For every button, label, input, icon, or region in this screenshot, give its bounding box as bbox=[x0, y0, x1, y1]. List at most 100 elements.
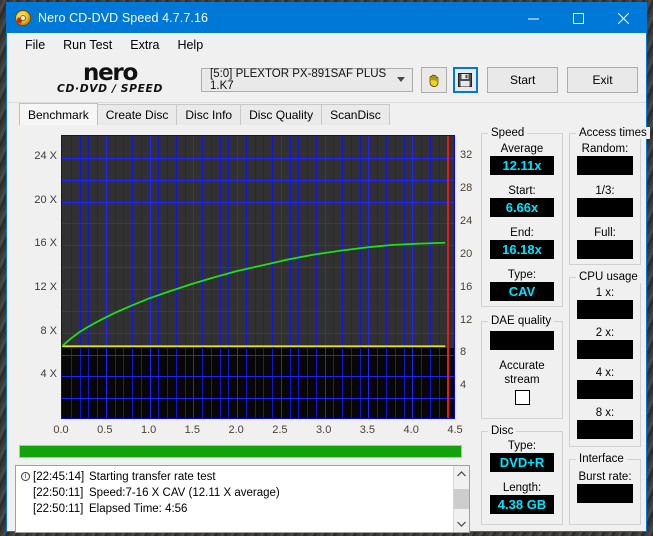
hand-icon-button[interactable] bbox=[421, 67, 447, 93]
tab-disc-info[interactable]: Disc Info bbox=[176, 104, 241, 125]
disc-type-value: DVD+R bbox=[490, 453, 554, 472]
benchmark-chart: 4 X8 X12 X16 X20 X24 X 48121620242832 0.… bbox=[13, 127, 476, 445]
log-scrollbar[interactable] bbox=[453, 466, 469, 532]
chart-end-marker-line bbox=[447, 136, 449, 418]
x-axis-tick: 1.5 bbox=[185, 424, 200, 436]
y-axis-tick-right: 20 bbox=[460, 248, 472, 260]
chevron-down-icon bbox=[397, 77, 405, 82]
y-axis-tick-right: 4 bbox=[460, 379, 466, 391]
menu-item-help[interactable]: Help bbox=[168, 36, 212, 54]
exit-button[interactable]: Exit bbox=[567, 67, 638, 93]
speed-end-value: 16.18x bbox=[490, 240, 554, 259]
log-time: [22:50:11] bbox=[33, 485, 89, 501]
disc-panel: Disc Type: DVD+R Length: 4.38 GB bbox=[481, 431, 563, 525]
dae-accurate-label-2: stream bbox=[490, 373, 554, 387]
y-axis-tick-left: 16 X bbox=[34, 237, 57, 249]
burst-rate-label: Burst rate: bbox=[577, 470, 633, 484]
tab-create-disc[interactable]: Create Disc bbox=[97, 104, 178, 125]
access-panel-title: Access times bbox=[576, 127, 650, 139]
access-random-value bbox=[577, 156, 633, 175]
x-axis-tick: 2.0 bbox=[228, 424, 243, 436]
close-button[interactable] bbox=[601, 3, 646, 33]
list-item: [22:50:11] Elapsed Time: 4:56 bbox=[20, 501, 453, 517]
burst-rate-value bbox=[577, 484, 633, 503]
y-axis-tick-right: 16 bbox=[460, 281, 472, 293]
disc-type-label: Type: bbox=[490, 439, 554, 453]
log-icon-slot bbox=[20, 485, 33, 501]
speed-start-value: 6.66x bbox=[490, 198, 554, 217]
title-bar: Nero CD-DVD Speed 4.7.7.16 bbox=[7, 3, 646, 33]
cpu-panel-title: CPU usage bbox=[576, 271, 641, 283]
log-icon-slot bbox=[20, 501, 33, 517]
accurate-stream-checkbox[interactable] bbox=[515, 390, 530, 405]
x-axis-tick: 4.0 bbox=[404, 424, 419, 436]
x-axis-tick: 3.5 bbox=[360, 424, 375, 436]
nero-disc-icon bbox=[15, 10, 31, 26]
save-icon bbox=[458, 73, 472, 87]
speed-panel-title: Speed bbox=[488, 127, 527, 139]
application-window: Nero CD-DVD Speed 4.7.7.16 File Run Test… bbox=[6, 2, 647, 532]
speed-end-label: End: bbox=[490, 226, 554, 240]
tab-scandisc[interactable]: ScanDisc bbox=[321, 104, 390, 125]
progress-bar-fill bbox=[20, 446, 461, 457]
access-times-panel: Access times Random: 1/3: Full: bbox=[569, 133, 641, 265]
chart-series-layer bbox=[62, 136, 454, 419]
minimize-button[interactable] bbox=[511, 3, 556, 33]
log-time: [22:50:11] bbox=[33, 501, 89, 517]
log-list[interactable]: i [22:45:14] Starting transfer rate test… bbox=[15, 465, 470, 533]
dae-panel-title: DAE quality bbox=[488, 315, 554, 327]
cpu-1x-label: 1 x: bbox=[577, 286, 633, 300]
save-button[interactable] bbox=[453, 67, 479, 93]
x-axis-tick: 1.0 bbox=[141, 424, 156, 436]
series-transfer-rate bbox=[62, 243, 445, 346]
y-axis-tick-left: 4 X bbox=[40, 368, 57, 380]
y-axis-tick-right: 28 bbox=[460, 182, 472, 194]
y-axis-tick-left: 8 X bbox=[40, 325, 57, 337]
y-axis-tick-left: 12 X bbox=[34, 281, 57, 293]
drive-select[interactable]: [5:0] PLEXTOR PX-891SAF PLUS 1.K7 bbox=[201, 68, 413, 92]
drive-select-value: [5:0] PLEXTOR PX-891SAF PLUS 1.K7 bbox=[210, 68, 412, 92]
tab-benchmark[interactable]: Benchmark bbox=[19, 103, 98, 125]
interface-panel: Interface Burst rate: bbox=[569, 459, 641, 525]
menu-item-file[interactable]: File bbox=[16, 36, 54, 54]
log-message: Speed:7-16 X CAV (12.11 X average) bbox=[89, 485, 453, 501]
cpu-2x-value bbox=[577, 340, 633, 359]
progress-bar bbox=[19, 445, 462, 458]
info-icon: i bbox=[20, 469, 33, 485]
speed-average-label: Average bbox=[490, 142, 554, 156]
speed-type-value: CAV bbox=[490, 282, 554, 301]
x-axis-tick: 3.0 bbox=[316, 424, 331, 436]
access-third-value bbox=[577, 198, 633, 217]
cpu-4x-value bbox=[577, 380, 633, 399]
disc-length-label: Length: bbox=[490, 481, 554, 495]
menu-bar: File Run Test Extra Help bbox=[7, 33, 646, 57]
scrollbar-thumb[interactable] bbox=[454, 489, 469, 509]
cpu-8x-label: 8 x: bbox=[577, 406, 633, 420]
maximize-button[interactable] bbox=[556, 3, 601, 33]
log-time: [22:45:14] bbox=[33, 469, 89, 485]
speed-panel: Speed Average 12.11x Start: 6.66x End: 1… bbox=[481, 133, 563, 307]
access-full-value bbox=[577, 240, 633, 259]
dae-accurate-label-1: Accurate bbox=[490, 359, 554, 373]
speed-type-label: Type: bbox=[490, 268, 554, 282]
x-axis-tick: 4.5 bbox=[447, 424, 462, 436]
x-axis-tick: 2.5 bbox=[272, 424, 287, 436]
speed-average-value: 12.11x bbox=[490, 156, 554, 175]
dae-quality-panel: DAE quality Accurate stream bbox=[481, 321, 563, 419]
y-axis-tick-right: 24 bbox=[460, 215, 472, 227]
x-axis-tick: 0.5 bbox=[97, 424, 112, 436]
menu-item-run-test[interactable]: Run Test bbox=[54, 36, 121, 54]
speed-start-label: Start: bbox=[490, 184, 554, 198]
cpu-1x-value bbox=[577, 300, 633, 319]
logo-subtitle: CD·DVD ∕ SPEED bbox=[27, 83, 192, 95]
start-button[interactable]: Start bbox=[487, 67, 558, 93]
logo-wordmark: nero bbox=[29, 64, 191, 83]
hand-icon bbox=[426, 72, 442, 88]
interface-panel-title: Interface bbox=[576, 453, 627, 465]
menu-item-extra[interactable]: Extra bbox=[121, 36, 168, 54]
y-axis-tick-right: 8 bbox=[460, 346, 466, 358]
scroll-down-icon[interactable] bbox=[454, 516, 469, 532]
access-random-label: Random: bbox=[577, 142, 633, 156]
tab-disc-quality[interactable]: Disc Quality bbox=[240, 104, 322, 125]
scroll-up-icon[interactable] bbox=[454, 466, 469, 482]
